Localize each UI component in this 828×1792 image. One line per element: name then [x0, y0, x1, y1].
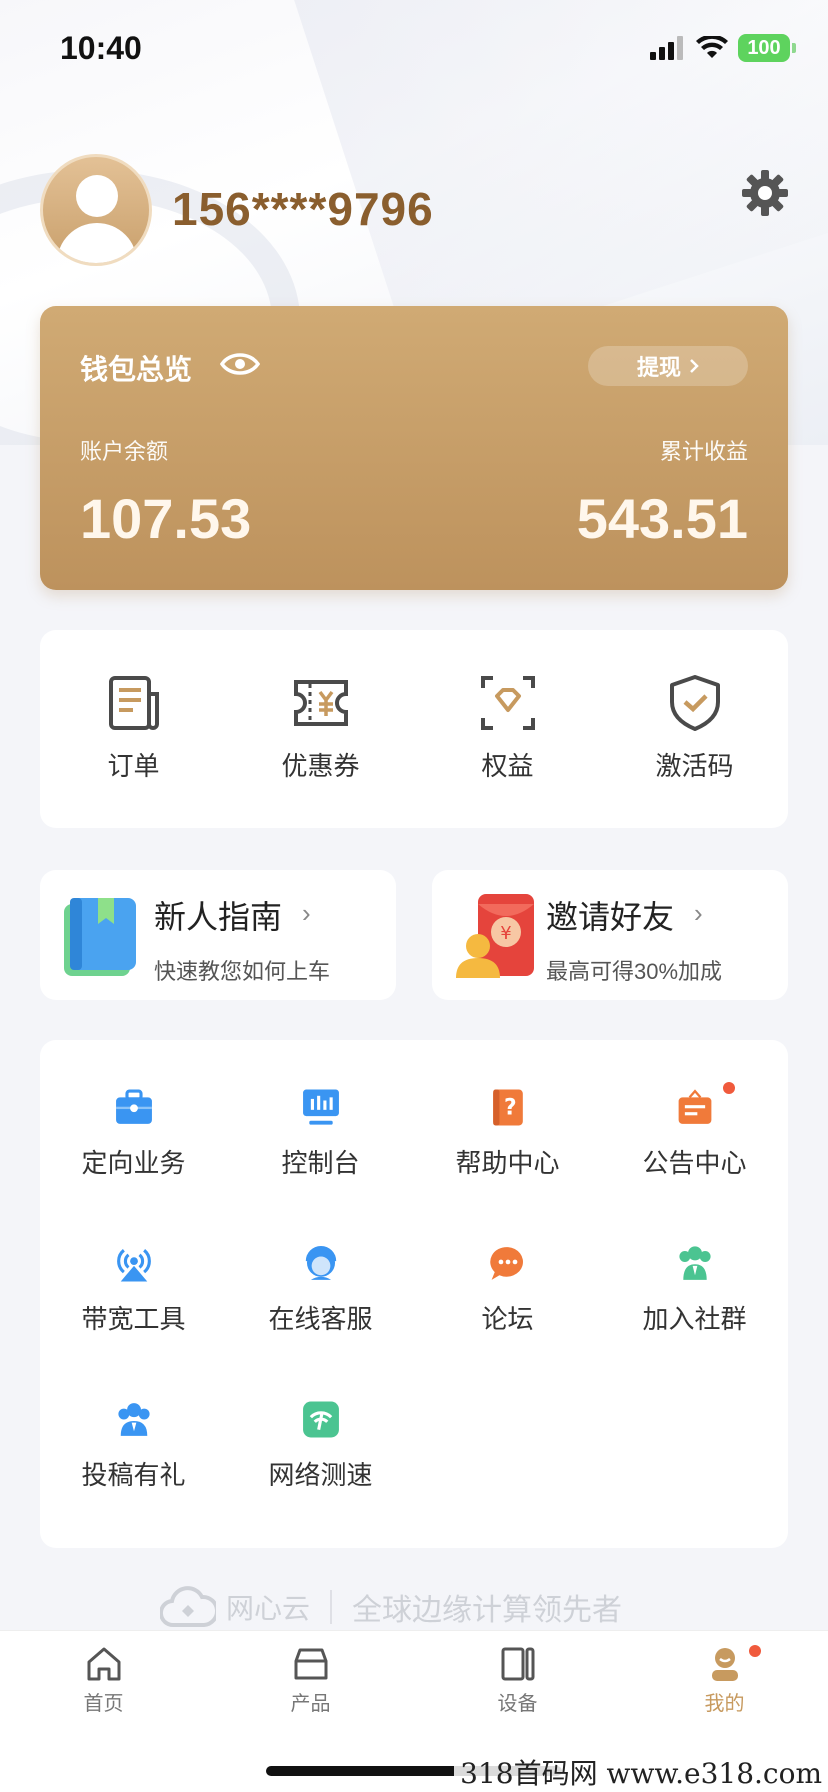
service-item[interactable]: 在线客服 [227, 1196, 414, 1336]
gear-icon[interactable] [740, 168, 790, 218]
wallet-card[interactable]: 钱包总览 提现 账户余额 累计收益 107.53 543.51 [40, 306, 788, 590]
invite-friends-card[interactable]: ¥ 邀请好友 › 最高可得30%加成 [432, 870, 788, 1000]
service-label: 在线客服 [268, 1304, 373, 1334]
antenna-icon [116, 1249, 151, 1282]
avatar[interactable] [40, 154, 152, 266]
cloud-logo-icon [160, 1586, 216, 1628]
quick-item-coupon[interactable]: 优惠券 [227, 630, 414, 828]
chat-bubble-icon [489, 1247, 523, 1280]
service-item[interactable]: 加入社群 [601, 1196, 788, 1336]
svg-text:?: ? [504, 1096, 517, 1121]
promo-subtitle: 快速教您如何上车 [154, 959, 331, 984]
wallet-title: 钱包总览 [80, 354, 193, 385]
users-icon [117, 1403, 150, 1436]
promo-title: 邀请好友 [546, 899, 675, 935]
brand-tagline: 全球边缘计算领先者 [352, 1594, 623, 1627]
service-item[interactable]: 定向业务 [40, 1040, 227, 1180]
brand-name: 网心云 [226, 1593, 311, 1624]
watermark: 318首码网 www.e318.com [454, 1752, 828, 1792]
promo-title: 新人指南 [154, 899, 283, 935]
service-item[interactable]: 公告中心 [601, 1040, 788, 1180]
red-envelope-icon: ¥ [456, 894, 534, 978]
withdraw-button[interactable]: 提现 [588, 346, 748, 386]
newbie-guide-card[interactable]: 新人指南 › 快速教您如何上车 [40, 870, 396, 1000]
svg-text:¥: ¥ [500, 923, 511, 944]
service-label: 帮助中心 [455, 1148, 560, 1178]
notice-icon [678, 1089, 711, 1124]
balance-label: 账户余额 [80, 439, 169, 464]
group-icon [678, 1246, 711, 1280]
tab-label: 我的 [704, 1693, 745, 1715]
user-phone: 156****9796 [172, 183, 434, 235]
diamond-icon [480, 676, 535, 730]
status-bar: 10:40 100 [0, 0, 828, 100]
service-item[interactable]: ? 帮助中心 [414, 1040, 601, 1180]
shield-check-icon [669, 675, 720, 731]
tab-label: 首页 [83, 1693, 124, 1715]
tab-mine[interactable]: 我的 [621, 1645, 828, 1716]
service-label: 带宽工具 [81, 1304, 186, 1334]
battery-indicator: 100 [738, 34, 796, 62]
service-label: 网络测速 [268, 1460, 373, 1490]
promo-subtitle: 最高可得30%加成 [546, 959, 723, 984]
quick-item-label: 权益 [481, 751, 534, 781]
chevron-right-icon: › [694, 898, 703, 928]
eye-icon[interactable] [220, 350, 260, 378]
quick-item-benefits[interactable]: 权益 [414, 630, 601, 828]
profile-header: 156****9796 [40, 152, 790, 272]
speed-icon [302, 1401, 339, 1438]
services-grid: 定向业务 控制台 ? 帮助中心 公告中心 带宽工具 在线客服 论坛 加入社群 投… [40, 1040, 788, 1548]
service-label: 公告中心 [642, 1148, 747, 1178]
status-time: 10:40 [60, 30, 142, 66]
quick-actions: 订单 优惠券 权益 激活码 [40, 630, 788, 828]
tab-home[interactable]: 首页 [0, 1645, 207, 1716]
signal-icon [650, 36, 683, 60]
coupon-icon [293, 680, 348, 726]
service-item[interactable]: 论坛 [414, 1196, 601, 1336]
quick-item-activation[interactable]: 激活码 [601, 630, 788, 828]
withdraw-label: 提现 [636, 355, 681, 380]
home-icon [87, 1647, 120, 1681]
chevron-right-icon: › [302, 898, 311, 928]
tab-label: 产品 [290, 1693, 331, 1715]
quick-item-label: 订单 [107, 751, 160, 781]
quick-item-label: 优惠券 [281, 751, 360, 781]
briefcase-icon [115, 1089, 152, 1124]
tab-label: 设备 [497, 1693, 538, 1715]
book-icon [64, 898, 136, 976]
service-label: 加入社群 [642, 1304, 747, 1334]
mine-icon [711, 1648, 738, 1681]
balance-value: 107.53 [80, 487, 252, 550]
device-icon [501, 1647, 534, 1681]
quick-item-label: 激活码 [655, 751, 734, 781]
service-item[interactable]: 带宽工具 [40, 1196, 227, 1336]
service-item[interactable]: 网络测速 [227, 1352, 414, 1492]
service-agent-icon [305, 1245, 336, 1280]
service-item[interactable]: 投稿有礼 [40, 1352, 227, 1492]
tab-devices[interactable]: 设备 [414, 1645, 621, 1716]
service-label: 定向业务 [81, 1148, 186, 1178]
earnings-value: 543.51 [576, 487, 748, 550]
notice-badge [723, 1082, 735, 1094]
earnings-label: 累计收益 [659, 439, 748, 464]
product-icon [294, 1648, 327, 1680]
wifi-icon [696, 36, 728, 58]
tab-products[interactable]: 产品 [207, 1645, 414, 1716]
service-label: 投稿有礼 [81, 1460, 186, 1490]
service-label: 论坛 [481, 1304, 534, 1334]
service-label: 控制台 [281, 1148, 360, 1178]
order-icon [108, 676, 159, 730]
quick-item-order[interactable]: 订单 [40, 630, 227, 828]
monitor-icon [302, 1089, 339, 1125]
mine-badge [749, 1645, 761, 1657]
chevron-right-icon [690, 359, 699, 373]
brand-slogan: 网心云 全球边缘计算领先者 [160, 1582, 680, 1632]
help-book-icon: ? [492, 1089, 523, 1126]
service-item[interactable]: 控制台 [227, 1040, 414, 1180]
